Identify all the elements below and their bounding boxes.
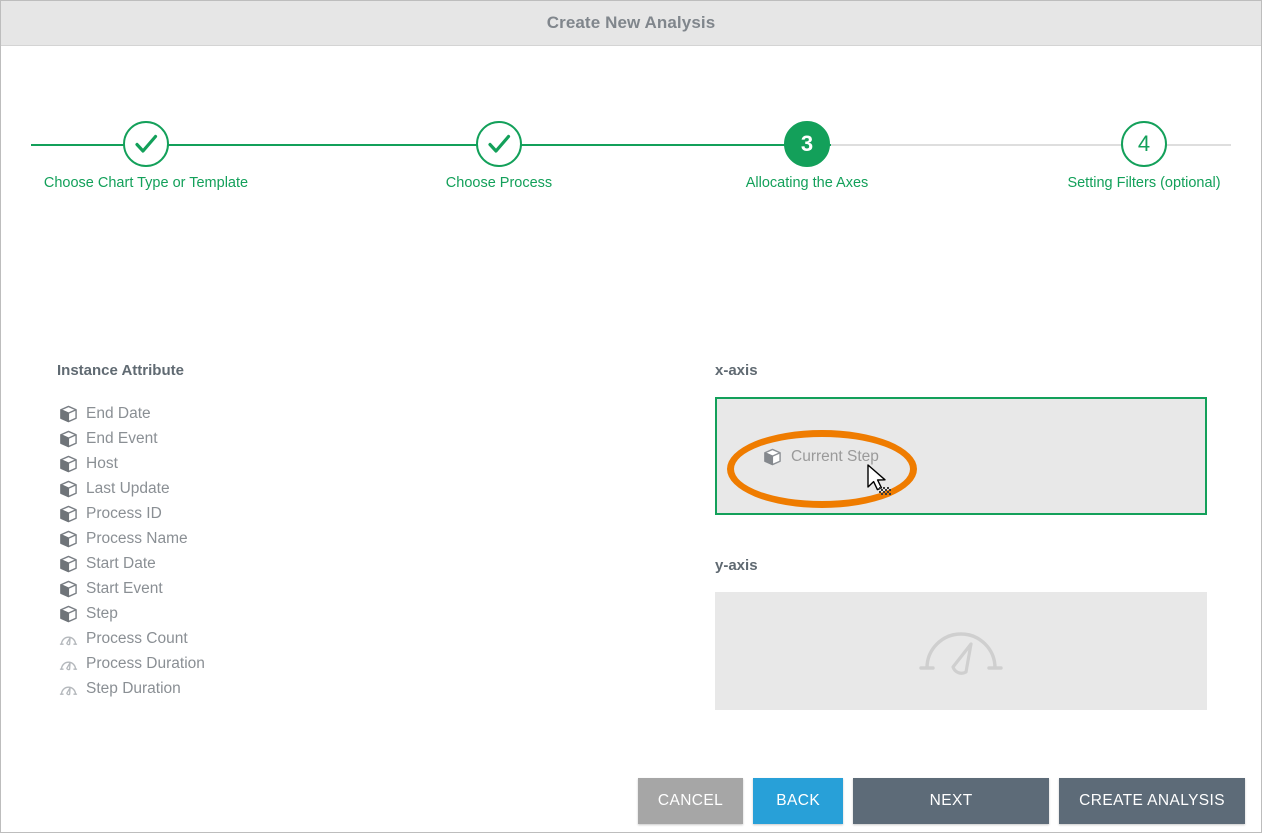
- list-item[interactable]: Process Duration: [57, 651, 617, 676]
- y-axis-title: y-axis: [715, 557, 758, 574]
- list-item[interactable]: Host: [57, 451, 617, 476]
- cube-icon: [57, 604, 79, 624]
- x-axis-chip-label: Current Step: [791, 448, 879, 465]
- x-axis-title: x-axis: [715, 362, 758, 379]
- list-item-label: Step Duration: [86, 679, 181, 697]
- gauge-icon: [57, 629, 79, 649]
- stepper-step-2-bubble[interactable]: [476, 121, 522, 167]
- create-analysis-dialog: Create New Analysis Choose Chart Type or…: [0, 0, 1262, 833]
- list-item-label: Process Name: [86, 529, 188, 547]
- list-item[interactable]: Last Update: [57, 476, 617, 501]
- wizard-stepper: Choose Chart Type or Template Choose Pro…: [1, 46, 1261, 191]
- list-item[interactable]: Step Duration: [57, 676, 617, 701]
- list-item[interactable]: Process Count: [57, 626, 617, 651]
- cube-icon: [57, 504, 79, 524]
- axis-spacer: [715, 515, 1207, 557]
- create-analysis-button[interactable]: CREATE ANALYSIS: [1059, 778, 1245, 824]
- cube-icon: [57, 579, 79, 599]
- stepper-step-3-number: 3: [800, 131, 814, 156]
- axis-allocation-panel: x-axis Current Step y-axis: [715, 362, 1207, 710]
- stepper-step-1-label: Choose Chart Type or Template: [43, 175, 249, 191]
- list-item[interactable]: Process Name: [57, 526, 617, 551]
- dialog-footer: CANCEL BACK NEXT CREATE ANALYSIS: [1, 770, 1261, 832]
- list-item[interactable]: Start Event: [57, 576, 617, 601]
- stepper-step-1-bubble[interactable]: [123, 121, 169, 167]
- stepper-step-4-label: Setting Filters (optional): [1067, 175, 1221, 191]
- list-item-label: Process ID: [86, 504, 162, 522]
- cube-icon: [761, 447, 783, 467]
- list-item-label: Process Duration: [86, 654, 205, 672]
- cancel-button[interactable]: CANCEL: [637, 778, 744, 824]
- list-item[interactable]: End Date: [57, 401, 617, 426]
- list-item-label: Start Event: [86, 579, 163, 597]
- instance-attribute-heading: Instance Attribute: [57, 362, 184, 379]
- gauge-icon: [917, 616, 1005, 687]
- cube-icon: [57, 529, 79, 549]
- cube-icon: [57, 479, 79, 499]
- page-title: Create New Analysis: [546, 13, 716, 32]
- instance-attribute-panel: Instance Attribute End Date End Event Ho…: [57, 362, 617, 701]
- list-item-label: Process Count: [86, 629, 188, 647]
- x-axis-dropzone[interactable]: Current Step: [715, 397, 1207, 515]
- back-button[interactable]: BACK: [753, 778, 844, 824]
- list-item-label: Last Update: [86, 479, 170, 497]
- list-item-label: End Date: [86, 404, 151, 422]
- list-item-label: Host: [86, 454, 118, 472]
- check-icon: [485, 130, 513, 158]
- cube-icon: [57, 404, 79, 424]
- list-item-label: Step: [86, 604, 118, 622]
- y-axis-dropzone[interactable]: [715, 592, 1207, 710]
- cube-icon: [57, 454, 79, 474]
- gauge-icon: [57, 679, 79, 699]
- cube-icon: [57, 554, 79, 574]
- x-axis-chip[interactable]: Current Step: [761, 447, 879, 467]
- list-item-label: End Event: [86, 429, 158, 447]
- list-item[interactable]: Process ID: [57, 501, 617, 526]
- next-button[interactable]: NEXT: [853, 778, 1050, 824]
- cube-icon: [57, 429, 79, 449]
- stepper-step-3-bubble[interactable]: 3: [784, 121, 830, 167]
- stepper-step-2-label: Choose Process: [445, 175, 553, 191]
- list-item-label: Start Date: [86, 554, 156, 572]
- list-item[interactable]: End Event: [57, 426, 617, 451]
- stepper-step-3-label: Allocating the Axes: [745, 175, 869, 191]
- instance-attribute-list: End Date End Event Host Last Update Proc…: [57, 401, 617, 701]
- list-item[interactable]: Start Date: [57, 551, 617, 576]
- stepper-step-4-bubble[interactable]: 4: [1121, 121, 1167, 167]
- check-icon: [132, 130, 160, 158]
- list-item[interactable]: Step: [57, 601, 617, 626]
- stepper-step-4-number: 4: [1137, 131, 1151, 156]
- gauge-icon: [57, 654, 79, 674]
- dialog-titlebar: Create New Analysis: [1, 1, 1261, 46]
